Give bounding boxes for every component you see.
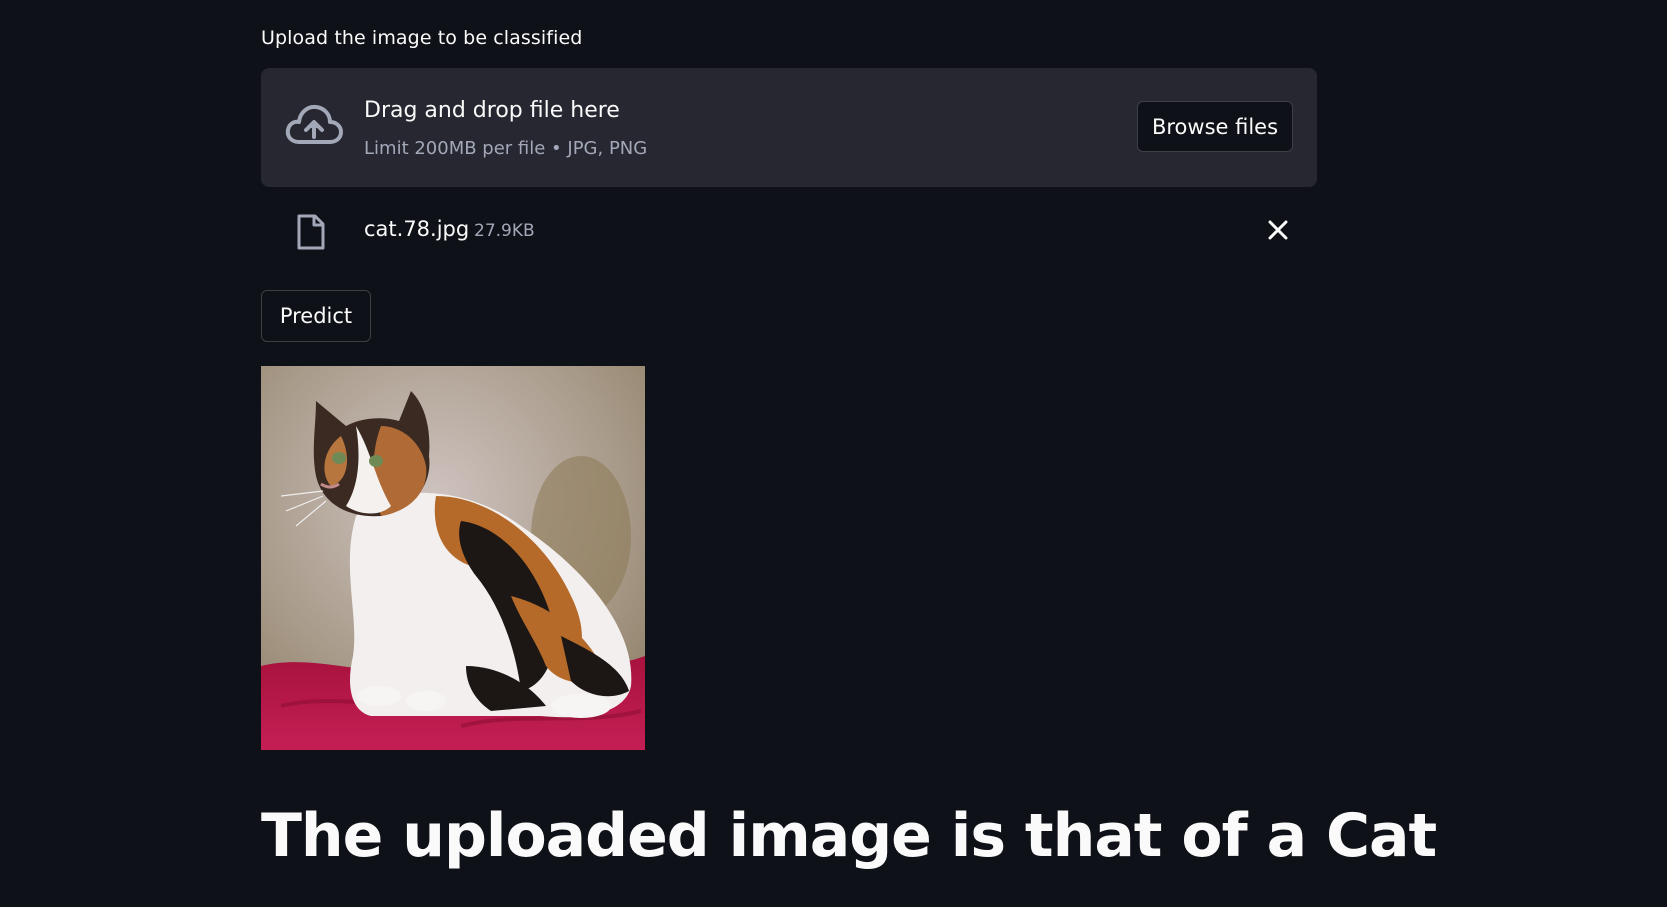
close-icon[interactable]	[1265, 217, 1291, 243]
prediction-result-heading: The uploaded image is that of a Cat	[261, 801, 1437, 871]
predict-button[interactable]: Predict	[261, 290, 371, 342]
uploaded-cat-image	[261, 366, 645, 750]
uploaded-file-row: cat.78.jpg 27.9KB	[261, 205, 1317, 255]
dropzone-title: Drag and drop file here	[364, 98, 620, 123]
uploader-label: Upload the image to be classified	[261, 27, 583, 49]
main-content: Upload the image to be classified Drag a…	[261, 0, 1437, 907]
browse-files-button[interactable]: Browse files	[1137, 101, 1293, 152]
file-icon	[297, 214, 325, 250]
dropzone-limit: Limit 200MB per file • JPG, PNG	[364, 138, 648, 159]
cat-photo	[261, 366, 645, 750]
file-dropzone[interactable]: Drag and drop file here Limit 200MB per …	[261, 68, 1317, 187]
cloud-upload-icon	[285, 104, 343, 144]
file-size: 27.9KB	[474, 221, 535, 241]
file-name: cat.78.jpg	[364, 217, 470, 241]
